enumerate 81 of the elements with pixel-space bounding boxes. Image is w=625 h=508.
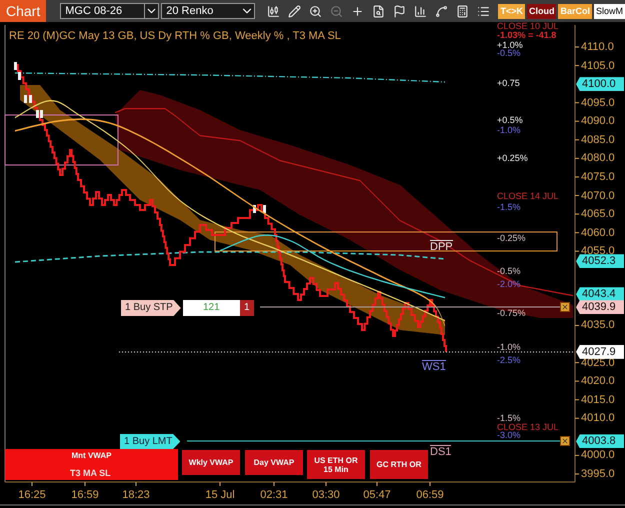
price-tick: 4025.0	[581, 356, 615, 369]
level-label: -1.0%	[497, 343, 521, 352]
price-tick: 4065.0	[581, 208, 615, 220]
zoom-in-icon[interactable]	[309, 4, 322, 18]
spline-icon[interactable]	[435, 4, 448, 18]
close-icon[interactable]	[560, 436, 570, 446]
price-tick: 4000.0	[581, 449, 615, 462]
price-tick: 4095.0	[581, 96, 615, 109]
level-label: -1.0%	[497, 126, 521, 135]
pivot-label: DPP	[430, 240, 453, 253]
indicator-label: T3 MA SL	[70, 467, 111, 480]
order-label[interactable]: 1 Buy STP	[121, 300, 181, 316]
level-label: CLOSE 10 JUL	[497, 22, 559, 31]
level-label: -0.5%	[497, 267, 521, 276]
price-tick: 4060.0	[581, 226, 615, 239]
indicator-button[interactable]: Day VWAP	[245, 450, 303, 475]
instrument-select[interactable]: MGC 08-26	[60, 3, 160, 19]
time-tick: 02:31	[260, 488, 288, 503]
pivot-label: WS1	[422, 360, 446, 373]
level-label: +0.5%	[497, 116, 523, 125]
list-icon[interactable]	[477, 4, 490, 18]
close-icon[interactable]	[560, 302, 570, 312]
interval-select[interactable]: 20 Renko	[161, 3, 256, 19]
price-marker: 4027.9	[576, 344, 624, 359]
level-label: -0.25%	[497, 234, 526, 243]
level-label: +0.75	[497, 79, 520, 88]
level-label: -2.5%	[497, 356, 521, 365]
chart-button[interactable]: Chart	[0, 0, 46, 22]
level-label: +1.0%	[497, 41, 523, 50]
price-tick: 4035.0	[581, 319, 615, 332]
time-tick: 05:47	[363, 488, 391, 503]
level-label: -0.75%	[497, 309, 526, 318]
time-tick: 06:59	[416, 488, 444, 503]
level-label: CLOSE 13 JUL	[497, 423, 559, 432]
time-tick: 16:25	[18, 488, 46, 503]
time-tick: 18:23	[122, 488, 150, 503]
indicator-button[interactable]: Wkly VWAP	[182, 450, 240, 475]
plus-icon[interactable]	[351, 4, 364, 18]
level-label: -3.0%	[497, 431, 521, 440]
price-tick: 4020.0	[581, 375, 615, 388]
price-tick: 4080.0	[581, 152, 615, 164]
order-label[interactable]: 1 Buy LMT	[120, 434, 180, 449]
calculator-icon[interactable]	[456, 4, 470, 18]
price-marker: 4100.0	[576, 77, 624, 92]
indicator-toggle[interactable]: SlowM	[594, 4, 625, 18]
level-label: CLOSE 14 JUL	[497, 192, 559, 201]
price-marker: 4043.4	[576, 287, 624, 302]
level-label: -1.5%	[497, 414, 521, 423]
level-label: -0.5%	[497, 49, 521, 58]
price-tick: 4090.0	[581, 115, 615, 128]
time-tick: 15 Jul	[205, 488, 235, 503]
indicator-button[interactable]: US ETH OR 15 Min	[307, 450, 365, 479]
price-marker: 4039.9	[576, 300, 624, 314]
time-tick: 03:30	[312, 488, 340, 503]
level-label: +0.25%	[497, 154, 528, 163]
chevron-down-icon	[144, 4, 158, 18]
level-label: -2.0%	[497, 280, 521, 289]
price-tick: 4110.0	[581, 41, 614, 53]
price-tick: 4105.0	[581, 60, 615, 72]
price-tick: 3995.0	[581, 468, 615, 480]
level-label: -1.5%	[497, 203, 521, 212]
price-tick: 4085.0	[581, 134, 615, 146]
price-marker: 4052.3	[576, 254, 624, 268]
order-count: 1	[240, 300, 254, 316]
indicator-toggle[interactable]: Cloud	[526, 4, 556, 18]
price-tick: 4070.0	[581, 190, 615, 202]
flag-icon[interactable]	[393, 4, 406, 18]
level-label: -1.03% = -41.8	[497, 31, 556, 40]
price-tick: 4075.0	[581, 170, 615, 183]
price-tick: 4015.0	[581, 394, 615, 406]
price-tick: 4010.0	[581, 412, 615, 424]
pencil-icon[interactable]	[288, 4, 302, 18]
file-search-icon[interactable]	[372, 4, 386, 18]
chart-title: RE 20 (M)GC May 13 GB, US Dy RTH % GB, Weekly % , T3 MA SL	[9, 29, 341, 44]
pivot-label: DS1	[430, 445, 452, 458]
quantity-field[interactable]: 121	[182, 300, 240, 316]
indicator-button[interactable]: GC RTH OR	[370, 450, 428, 479]
candlestick-icon[interactable]	[267, 4, 280, 18]
column-chart-icon[interactable]	[414, 4, 428, 18]
time-tick: 16:59	[71, 488, 99, 503]
price-marker: 4003.8	[576, 434, 624, 448]
